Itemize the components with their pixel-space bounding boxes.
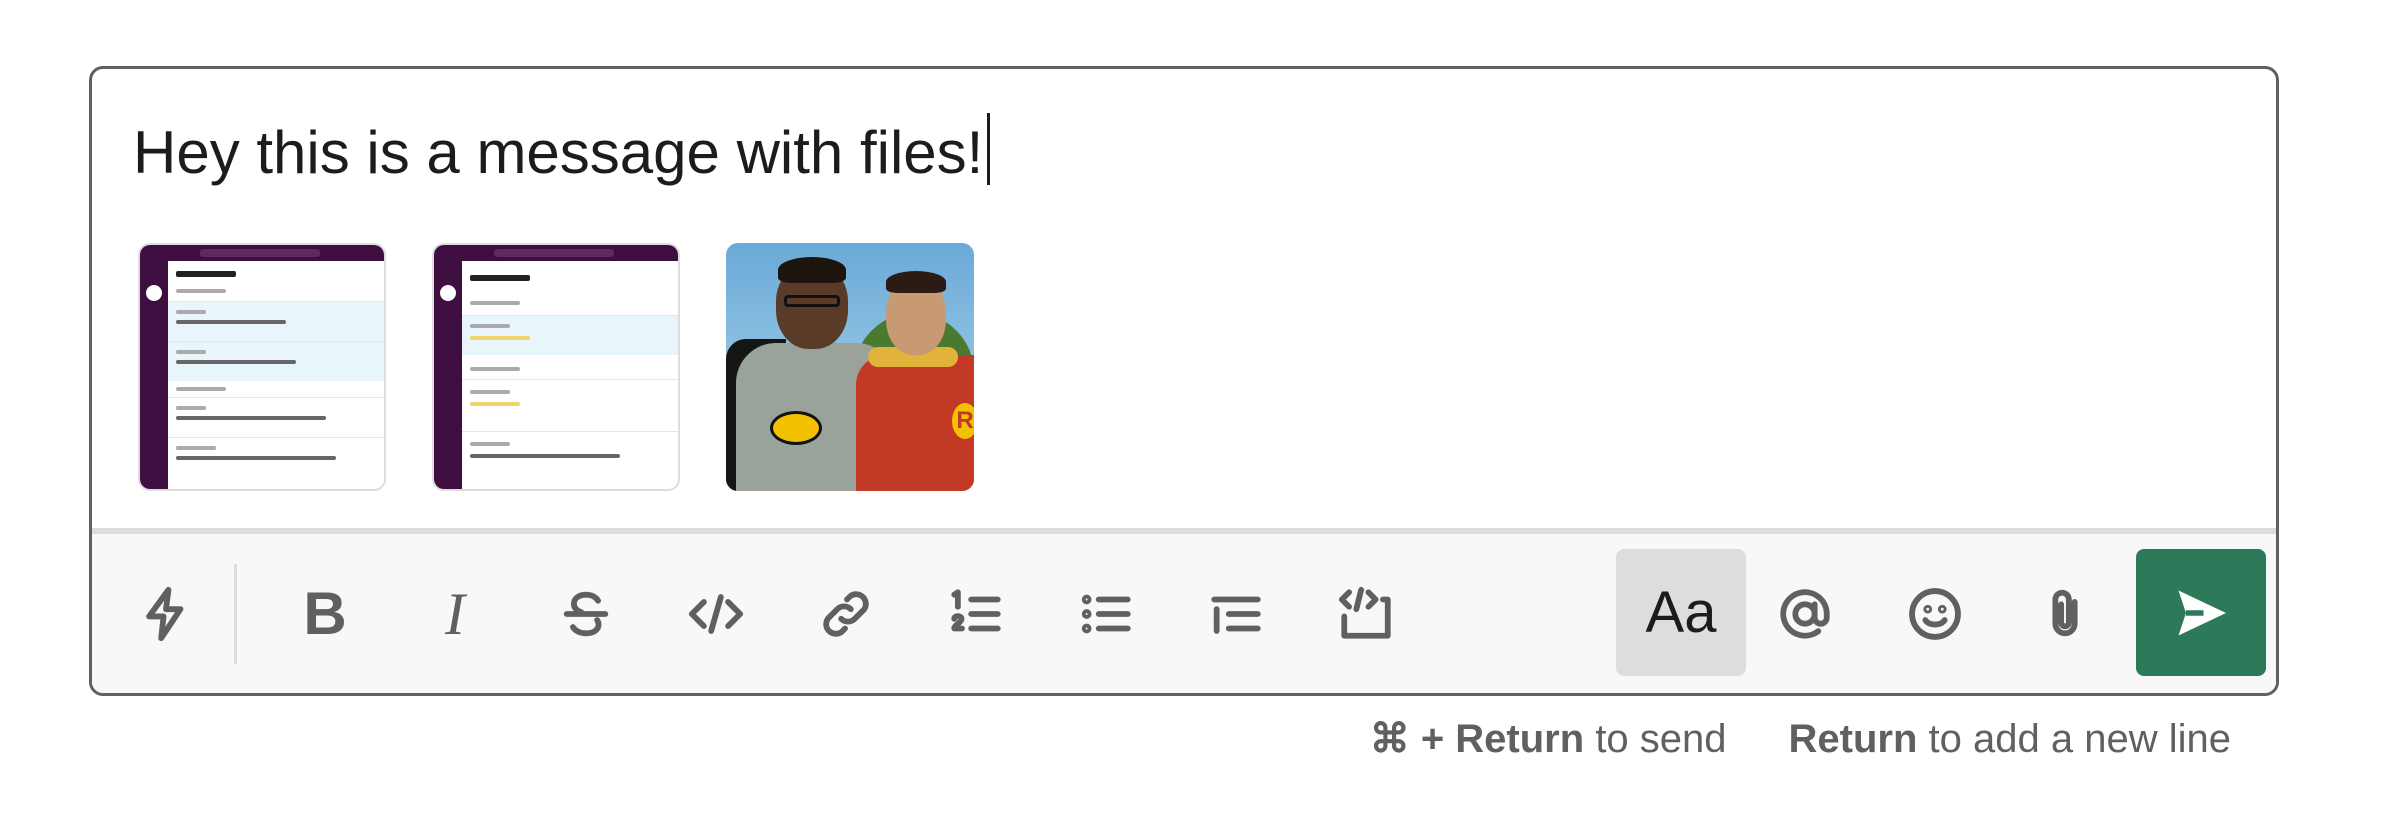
- mini-notifications-panel: [462, 261, 678, 489]
- emoji-button[interactable]: [1885, 564, 1985, 664]
- mini-line: [176, 350, 206, 354]
- mini-row: [462, 431, 678, 471]
- emoji-icon: [1909, 588, 1961, 640]
- mini-line: [470, 402, 520, 406]
- strikethrough-button[interactable]: [536, 564, 636, 664]
- mini-line: [470, 336, 530, 340]
- shortcuts-button[interactable]: [116, 564, 216, 664]
- formatting-toggle-button[interactable]: Aa: [1616, 549, 1746, 676]
- ordered-list-button[interactable]: [926, 564, 1026, 664]
- mini-line: [176, 310, 206, 314]
- mini-row: [168, 397, 384, 437]
- glasses: [784, 295, 840, 307]
- code-block-icon: [1338, 586, 1391, 639]
- mini-line: [176, 416, 326, 420]
- mini-row: [462, 379, 678, 419]
- mini-section-label: [470, 301, 520, 305]
- formatting-toolbar: B I Aa: [92, 528, 2276, 693]
- mini-section-label: [470, 367, 520, 371]
- newline-hint: Return to add a new line: [1789, 717, 2231, 762]
- send-hint-text: to send: [1595, 717, 1727, 761]
- mini-line: [176, 320, 286, 324]
- mini-notifications-panel: [168, 261, 384, 489]
- mini-row: [168, 437, 384, 477]
- code-block-button[interactable]: [1316, 564, 1416, 664]
- mini-line: [176, 456, 336, 460]
- code-button[interactable]: [666, 564, 766, 664]
- mini-sidebar: [140, 261, 168, 489]
- blockquote-button[interactable]: [1186, 564, 1286, 664]
- mini-line: [176, 360, 296, 364]
- mini-topbar: [434, 245, 678, 261]
- mini-row: [462, 315, 678, 355]
- mini-line: [470, 324, 510, 328]
- keyboard-hints: ⌘ + Return to send Return to add a new li…: [1370, 716, 2231, 762]
- mini-line: [176, 446, 216, 450]
- bold-icon: B: [303, 580, 347, 647]
- mini-row: [168, 341, 384, 381]
- toolbar-divider: [234, 564, 237, 664]
- newline-shortcut: Return: [1788, 717, 1918, 761]
- mini-title: [470, 275, 530, 281]
- blockquote-icon: [1211, 596, 1261, 634]
- strikethrough-icon: [563, 591, 609, 637]
- mini-title: [176, 271, 236, 277]
- send-icon: [2178, 590, 2226, 635]
- robin-logo: R: [952, 403, 974, 439]
- message-composer[interactable]: Hey this is a message with files! R B I …: [89, 66, 2279, 696]
- mini-search-bar: [494, 249, 614, 257]
- mini-avatar: [146, 285, 162, 301]
- text-format-icon: Aa: [1645, 579, 1717, 645]
- bat-logo: [770, 411, 822, 445]
- attach-button[interactable]: [2015, 564, 2115, 664]
- person-1-hair: [778, 257, 846, 283]
- bulleted-list-icon: [1081, 594, 1131, 634]
- at-icon: [1780, 589, 1830, 639]
- mini-row: [168, 301, 384, 341]
- mini-topbar: [140, 245, 384, 261]
- mini-line: [470, 442, 510, 446]
- newline-hint-text: to add a new line: [1928, 717, 2231, 761]
- mini-line: [470, 454, 620, 458]
- paperclip-icon: [2052, 589, 2078, 637]
- send-hint: ⌘ + Return to send: [1370, 716, 1727, 762]
- send-button[interactable]: [2136, 549, 2266, 676]
- mini-line: [470, 390, 510, 394]
- mini-search-bar: [200, 249, 320, 257]
- ordered-list-icon: [951, 589, 1001, 632]
- bold-button[interactable]: B: [275, 564, 375, 664]
- bulleted-list-button[interactable]: [1056, 564, 1156, 664]
- link-icon: [823, 591, 869, 637]
- code-icon: [688, 594, 744, 634]
- mini-line: [176, 406, 206, 410]
- attachment-thumbnail-3[interactable]: R: [726, 243, 974, 491]
- send-shortcut: ⌘ + Return: [1369, 717, 1585, 761]
- attachment-thumbnail-1[interactable]: [138, 243, 386, 491]
- text-caret: [987, 113, 991, 185]
- message-text: Hey this is a message with files!: [133, 119, 984, 186]
- link-button[interactable]: [796, 564, 896, 664]
- message-input[interactable]: Hey this is a message with files!: [133, 113, 991, 186]
- italic-icon: I: [445, 581, 465, 647]
- mini-section-label: [176, 289, 226, 293]
- mini-section-label: [176, 387, 226, 391]
- lightning-icon: [146, 586, 184, 642]
- italic-button[interactable]: I: [405, 564, 505, 664]
- person-2-hair: [886, 271, 946, 293]
- mini-sidebar: [434, 261, 462, 489]
- mention-button[interactable]: [1755, 564, 1855, 664]
- mini-avatar: [440, 285, 456, 301]
- attachment-thumbnail-2[interactable]: [432, 243, 680, 491]
